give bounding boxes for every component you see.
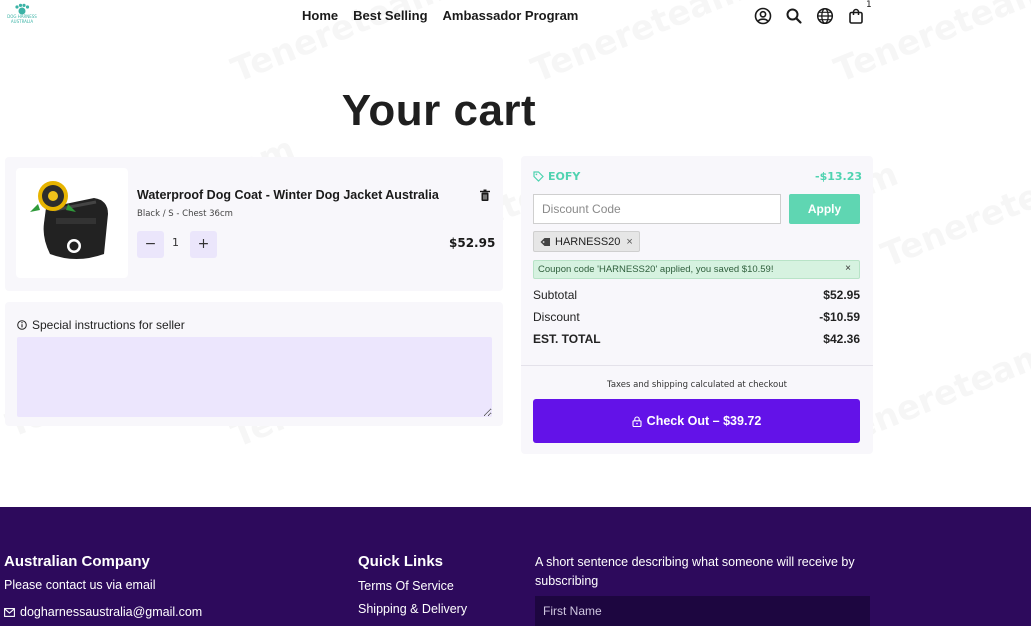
dismiss-message-icon[interactable]: × (845, 263, 851, 274)
footer-company: Australian Company Please contact us via… (4, 553, 202, 619)
newsletter-description: A short sentence describing what someone… (535, 555, 855, 588)
product-title[interactable]: Waterproof Dog Coat - Winter Dog Jacket … (137, 188, 439, 202)
coupon-message-text: Coupon code 'HARNESS20' applied, you sav… (538, 264, 774, 275)
instructions-label: Special instructions for seller (32, 318, 185, 332)
brand-logo[interactable]: DOG HARNESS AUSTRALIA (4, 2, 40, 26)
globe-icon[interactable] (816, 7, 834, 25)
subtotal-value: $52.95 (823, 288, 860, 302)
first-name-input[interactable] (535, 596, 870, 626)
instructions-label-row: Special instructions for seller (17, 318, 185, 332)
footer-email[interactable]: dogharnessaustralia@gmail.com (4, 605, 202, 619)
footer-link-terms[interactable]: Terms Of Service (358, 579, 467, 593)
product-price: $52.95 (449, 236, 496, 250)
summary-divider (521, 365, 873, 366)
tax-note: Taxes and shipping calculated at checkou… (607, 380, 787, 390)
site-header: DOG HARNESS AUSTRALIA Home Best Selling … (0, 0, 1031, 34)
footer-link-shipping[interactable]: Shipping & Delivery (358, 602, 467, 616)
footer-newsletter: A short sentence describing what someone… (535, 553, 875, 626)
quick-links-heading: Quick Links (358, 553, 444, 570)
applied-coupon-code: HARNESS20 (555, 235, 621, 248)
total-value: $42.36 (823, 332, 860, 346)
order-summary: EOFY -$13.23 Apply HARNESS20 × Coupon co… (521, 156, 873, 454)
automatic-discount: EOFY (533, 170, 580, 183)
instructions-textarea[interactable] (17, 337, 492, 417)
watermark: Tenereteam (876, 154, 1031, 276)
quantity-decrease-button[interactable]: − (137, 231, 164, 258)
coupon-tag-icon (540, 237, 550, 246)
company-heading: Australian Company (4, 553, 150, 570)
discount-code-input[interactable] (533, 194, 781, 224)
footer-email-text[interactable]: dogharnessaustralia@gmail.com (20, 605, 202, 619)
special-instructions: Special instructions for seller (5, 302, 503, 426)
nav-best-selling[interactable]: Best Selling (353, 8, 427, 23)
dog-coat-product-image (30, 181, 108, 259)
quantity-increase-button[interactable]: + (190, 231, 217, 258)
header-icons (754, 7, 865, 25)
total-label: EST. TOTAL (533, 332, 601, 346)
product-variant: Black / S - Chest 36cm (137, 209, 233, 219)
account-icon[interactable] (754, 7, 772, 25)
nav-ambassador-program[interactable]: Ambassador Program (443, 8, 579, 23)
nav-home[interactable]: Home (302, 8, 338, 23)
checkout-button[interactable]: Check Out – $39.72 (533, 399, 860, 443)
page-title: Your cart (341, 86, 537, 135)
cart-item: Waterproof Dog Coat - Winter Dog Jacket … (5, 157, 503, 291)
discount-value: -$10.59 (819, 310, 860, 324)
main-nav: Home Best Selling Ambassador Program (302, 8, 578, 23)
apply-discount-button[interactable]: Apply (789, 194, 860, 224)
remove-coupon-icon[interactable]: × (626, 236, 632, 248)
discount-label: Discount (533, 310, 580, 324)
site-footer: Australian Company Please contact us via… (0, 507, 1031, 626)
promo-code: EOFY (548, 170, 581, 183)
applied-coupon-chip: HARNESS20 × (533, 231, 640, 252)
search-icon[interactable] (785, 7, 803, 25)
info-icon (17, 320, 27, 330)
trash-icon[interactable] (479, 189, 491, 202)
product-image[interactable] (16, 168, 128, 278)
logo-text: DOG HARNESS AUSTRALIA (7, 14, 37, 24)
subtotal-label: Subtotal (533, 288, 578, 302)
footer-quick-links: Quick Links Terms Of Service Shipping & … (358, 553, 467, 616)
cart-bag-icon[interactable] (847, 7, 865, 25)
company-text: Please contact us via email (4, 578, 156, 592)
cart-count-badge: 1 (866, 0, 872, 10)
tag-icon (533, 171, 544, 182)
checkout-label: Check Out – $39.72 (646, 414, 762, 428)
lock-icon (632, 415, 642, 427)
promo-amount: -$13.23 (815, 170, 863, 183)
quantity-value[interactable]: 1 (172, 236, 179, 249)
mail-icon (4, 607, 15, 617)
coupon-success-message: Coupon code 'HARNESS20' applied, you sav… (533, 260, 860, 279)
